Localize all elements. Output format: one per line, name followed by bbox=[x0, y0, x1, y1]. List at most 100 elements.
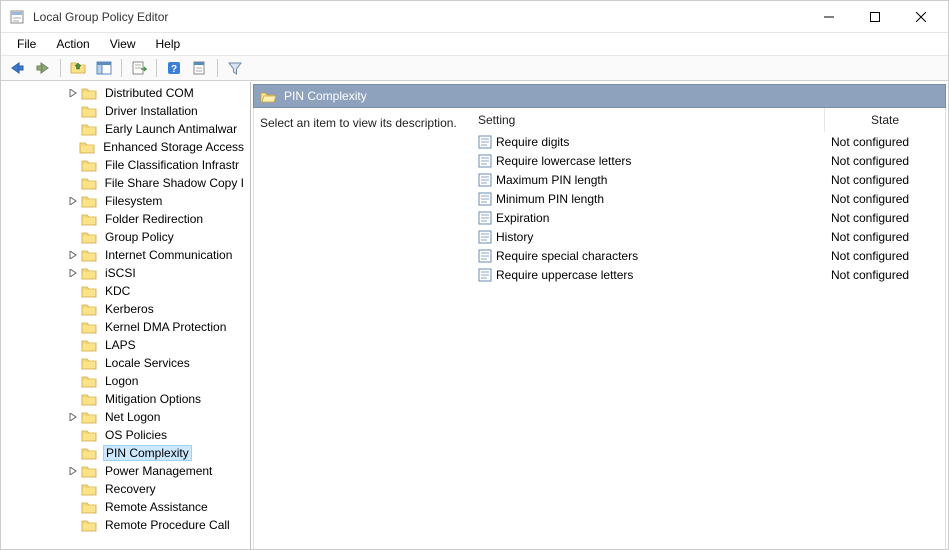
close-button[interactable] bbox=[898, 1, 944, 32]
content-header-title: PIN Complexity bbox=[284, 89, 367, 103]
policy-setting-icon bbox=[478, 192, 492, 206]
content-header: PIN Complexity bbox=[253, 84, 946, 108]
folder-icon bbox=[81, 356, 97, 370]
menu-help[interactable]: Help bbox=[146, 35, 191, 53]
app-icon bbox=[9, 9, 25, 25]
column-header-setting[interactable]: Setting bbox=[474, 108, 825, 132]
tree-item[interactable]: Early Launch Antimalwar bbox=[1, 120, 250, 138]
tree-item-label: Early Launch Antimalwar bbox=[103, 122, 239, 136]
tree-item-label: Kernel DMA Protection bbox=[103, 320, 228, 334]
settings-list: Setting State Require digitsNot configur… bbox=[474, 108, 945, 549]
folder-icon bbox=[81, 410, 97, 424]
tree-item[interactable]: Internet Communication bbox=[1, 246, 250, 264]
tree-item[interactable]: Logon bbox=[1, 372, 250, 390]
tree-item[interactable]: KDC bbox=[1, 282, 250, 300]
tree-item-label: Distributed COM bbox=[103, 86, 196, 100]
folder-icon bbox=[81, 194, 97, 208]
tree-item[interactable]: Driver Installation bbox=[1, 102, 250, 120]
tree-item[interactable]: Filesystem bbox=[1, 192, 250, 210]
folder-icon bbox=[81, 248, 97, 262]
folder-icon bbox=[81, 284, 97, 298]
tree-pane[interactable]: Distributed COM Driver Installation Early … bbox=[1, 82, 251, 549]
help-button[interactable]: ? bbox=[162, 57, 186, 79]
list-row[interactable]: Require lowercase lettersNot configured bbox=[474, 151, 945, 170]
expander-icon[interactable] bbox=[67, 87, 79, 99]
folder-open-icon bbox=[260, 89, 276, 103]
list-header: Setting State bbox=[474, 108, 945, 132]
minimize-button[interactable] bbox=[806, 1, 852, 32]
tree-item[interactable]: Distributed COM bbox=[1, 84, 250, 102]
folder-icon bbox=[81, 266, 97, 280]
column-header-state[interactable]: State bbox=[825, 108, 945, 132]
tree-item-label: Logon bbox=[103, 374, 140, 388]
export-list-button[interactable] bbox=[127, 57, 151, 79]
tree-item[interactable]: Locale Services bbox=[1, 354, 250, 372]
list-row[interactable]: Minimum PIN lengthNot configured bbox=[474, 189, 945, 208]
folder-icon bbox=[81, 230, 97, 244]
main-area: Distributed COM Driver Installation Early … bbox=[1, 81, 948, 549]
tree-item-label: Group Policy bbox=[103, 230, 176, 244]
tree-item-label: Driver Installation bbox=[103, 104, 200, 118]
expander-icon[interactable] bbox=[67, 411, 79, 423]
setting-name: Require digits bbox=[496, 135, 569, 149]
folder-icon bbox=[81, 122, 97, 136]
maximize-button[interactable] bbox=[852, 1, 898, 32]
folder-icon bbox=[81, 320, 97, 334]
tree-item-label: Locale Services bbox=[103, 356, 192, 370]
tree-item[interactable]: Remote Assistance bbox=[1, 498, 250, 516]
tree-item[interactable]: Recovery bbox=[1, 480, 250, 498]
tree-item-label: Net Logon bbox=[103, 410, 162, 424]
tree-item[interactable]: File Classification Infrastr bbox=[1, 156, 250, 174]
back-button[interactable] bbox=[5, 57, 29, 79]
tree-item[interactable]: File Share Shadow Copy I bbox=[1, 174, 250, 192]
tree-item-label: KDC bbox=[103, 284, 132, 298]
tree-item-label: Remote Procedure Call bbox=[103, 518, 232, 532]
tree-item[interactable]: Enhanced Storage Access bbox=[1, 138, 250, 156]
menu-view[interactable]: View bbox=[100, 35, 146, 53]
list-row[interactable]: Require special charactersNot configured bbox=[474, 246, 945, 265]
show-hide-tree-button[interactable] bbox=[92, 57, 116, 79]
tree-item-label: Mitigation Options bbox=[103, 392, 203, 406]
expander-icon[interactable] bbox=[67, 249, 79, 261]
folder-icon bbox=[79, 140, 95, 154]
policy-setting-icon bbox=[478, 154, 492, 168]
tree-item[interactable]: Mitigation Options bbox=[1, 390, 250, 408]
menu-file[interactable]: File bbox=[7, 35, 46, 53]
filter-button[interactable] bbox=[223, 57, 247, 79]
menu-bar: File Action View Help bbox=[1, 33, 948, 55]
forward-button[interactable] bbox=[31, 57, 55, 79]
folder-icon bbox=[81, 446, 97, 460]
setting-state: Not configured bbox=[825, 268, 945, 282]
folder-icon bbox=[81, 500, 97, 514]
tree-item[interactable]: PIN Complexity bbox=[1, 444, 250, 462]
tree-item[interactable]: Power Management bbox=[1, 462, 250, 480]
tree-item[interactable]: Remote Procedure Call bbox=[1, 516, 250, 534]
tree-item-label: Remote Assistance bbox=[103, 500, 210, 514]
tree-item[interactable]: iSCSI bbox=[1, 264, 250, 282]
tree-item[interactable]: LAPS bbox=[1, 336, 250, 354]
window-controls bbox=[806, 1, 944, 32]
menu-action[interactable]: Action bbox=[46, 35, 99, 53]
list-row[interactable]: ExpirationNot configured bbox=[474, 208, 945, 227]
tree-item-label: Recovery bbox=[103, 482, 158, 496]
setting-name: History bbox=[496, 230, 533, 244]
tree-item[interactable]: Kernel DMA Protection bbox=[1, 318, 250, 336]
up-button[interactable] bbox=[66, 57, 90, 79]
tree-item-label: Internet Communication bbox=[103, 248, 234, 262]
properties-button[interactable] bbox=[188, 57, 212, 79]
expander-icon[interactable] bbox=[67, 195, 79, 207]
tree-item[interactable]: Net Logon bbox=[1, 408, 250, 426]
list-row[interactable]: Require digitsNot configured bbox=[474, 132, 945, 151]
policy-setting-icon bbox=[478, 211, 492, 225]
tree-item[interactable]: Kerberos bbox=[1, 300, 250, 318]
tree-item[interactable]: Group Policy bbox=[1, 228, 250, 246]
expander-icon[interactable] bbox=[67, 465, 79, 477]
list-row[interactable]: HistoryNot configured bbox=[474, 227, 945, 246]
list-row[interactable]: Require uppercase lettersNot configured bbox=[474, 265, 945, 284]
expander-icon[interactable] bbox=[67, 267, 79, 279]
tree-item[interactable]: OS Policies bbox=[1, 426, 250, 444]
toolbar: ? bbox=[1, 55, 948, 81]
policy-setting-icon bbox=[478, 249, 492, 263]
tree-item[interactable]: Folder Redirection bbox=[1, 210, 250, 228]
list-row[interactable]: Maximum PIN lengthNot configured bbox=[474, 170, 945, 189]
